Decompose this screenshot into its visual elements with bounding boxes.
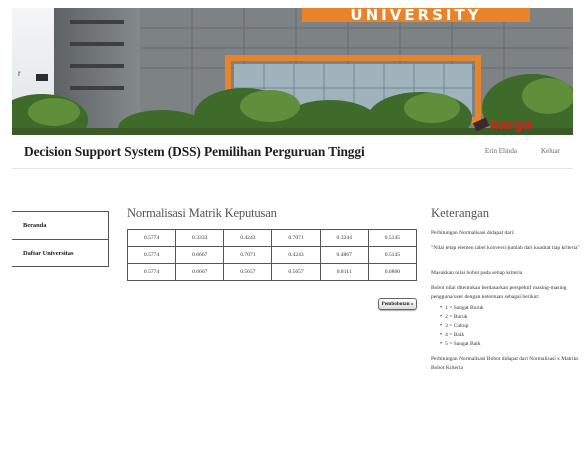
table-cell: 0.5145: [367, 229, 418, 247]
table-cell: 0.3333: [175, 229, 225, 247]
sidebar-menu: Beranda Daftar Universitas: [12, 211, 109, 267]
table-row: 0.5774 0.3333 0.4243 0.7071 0.3244 0.514…: [126, 229, 418, 247]
page-title: Normalisasi Matrik Keputusan: [127, 206, 277, 220]
watermark-text: harga: [490, 118, 533, 133]
campus-building-image: UNIVERSITY harga: [12, 8, 573, 135]
table-cell: 0.8111: [319, 263, 369, 281]
table-cell: 0.6860: [367, 263, 418, 281]
normalized-matrix-table: 0.5774 0.3333 0.4243 0.7071 0.3244 0.514…: [126, 229, 418, 281]
info-panel: Perhitungan Normalisasi didapat dari: "N…: [431, 229, 581, 379]
sidebar-item-daftar-universitas[interactable]: Daftar Universitas: [12, 239, 108, 266]
weight-scale-list: 1 = Sangat Buruk 2 = Buruk 3 = Cukup 4 =…: [440, 304, 581, 349]
table-cell: 0.5774: [126, 246, 177, 264]
site-header: Decision Support System (DSS) Pemilihan …: [12, 135, 573, 169]
table-cell: 0.5774: [126, 229, 177, 247]
table-cell: 0.4243: [223, 229, 273, 247]
info-weight-instruction: Masukkan nilai bobot pada setiap kriteri…: [431, 270, 523, 276]
info-weight-normalization-text: Perhitungan Normalisasi Bobot didapat da…: [431, 356, 579, 371]
university-sign-text: UNIVERSITY: [350, 8, 481, 24]
info-formula-text: "Nilai tetap elemen tabel konversi/jumla…: [431, 245, 580, 251]
list-item: 5 = Sangat Baik: [440, 340, 581, 349]
table-cell: 0.6667: [175, 263, 225, 281]
table-cell: 0.5774: [126, 263, 177, 281]
banner-edge-char: r: [18, 69, 21, 78]
list-item: 2 = Buruk: [440, 313, 581, 322]
table-row: 0.5774 0.6667 0.7071 0.4243 0.4867 0.514…: [126, 246, 418, 264]
pembobotan-button[interactable]: Pembobotan »: [378, 298, 417, 310]
sidebar-item-beranda[interactable]: Beranda: [12, 212, 108, 239]
table-cell: 0.7071: [223, 246, 273, 264]
info-weight-description: Bobot nilai ditentukan berdasarkan persp…: [431, 285, 567, 300]
table-cell: 0.3244: [319, 229, 369, 247]
list-item: 1 = Sangat Buruk: [440, 304, 581, 313]
table-cell: 0.5145: [367, 246, 418, 264]
table-cell: 0.5657: [271, 263, 321, 281]
table-row: 0.5774 0.6667 0.5657 0.5657 0.8111 0.686…: [126, 263, 418, 281]
site-title: Decision Support System (DSS) Pemilihan …: [24, 144, 365, 159]
list-item: 4 = Baik: [440, 331, 581, 340]
logout-link[interactable]: Keluar: [541, 147, 560, 155]
list-item: 3 = Cukup: [440, 322, 581, 331]
user-name-link[interactable]: Erin Elinda: [485, 147, 517, 155]
info-title: Keterangan: [431, 206, 490, 220]
table-cell: 0.5657: [223, 263, 273, 281]
header-banner: UNIVERSITY harga r: [12, 8, 573, 135]
table-cell: 0.4867: [319, 246, 369, 264]
info-normalization-text: Perhitungan Normalisasi didapat dari:: [431, 230, 515, 236]
table-cell: 0.4243: [271, 246, 321, 264]
table-cell: 0.6667: [175, 246, 225, 264]
table-cell: 0.7071: [271, 229, 321, 247]
